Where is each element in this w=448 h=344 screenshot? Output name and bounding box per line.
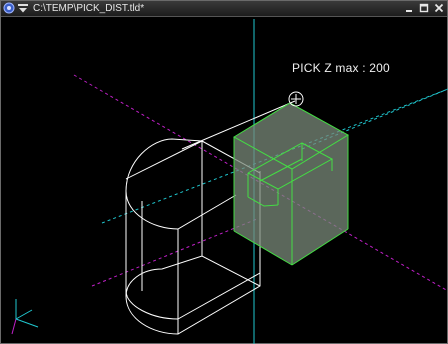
axis-triad-icon <box>11 299 39 335</box>
minimize-icon[interactable] <box>403 2 415 14</box>
cad-window: C:\TEMP\PICK_DIST.tld* PICK Z max: 200 <box>0 0 448 344</box>
close-icon[interactable] <box>433 2 445 14</box>
window-menu-icon[interactable] <box>18 4 28 13</box>
title-bar[interactable]: C:\TEMP\PICK_DIST.tld* <box>1 1 447 17</box>
window-title: C:\TEMP\PICK_DIST.tld* <box>33 3 145 14</box>
app-icon[interactable] <box>3 2 15 14</box>
maximize-icon[interactable] <box>418 2 430 14</box>
pick-cursor-icon <box>288 91 304 107</box>
selected-part[interactable] <box>233 102 349 266</box>
pick-distance-label: PICK Z max : 200 <box>292 61 390 75</box>
